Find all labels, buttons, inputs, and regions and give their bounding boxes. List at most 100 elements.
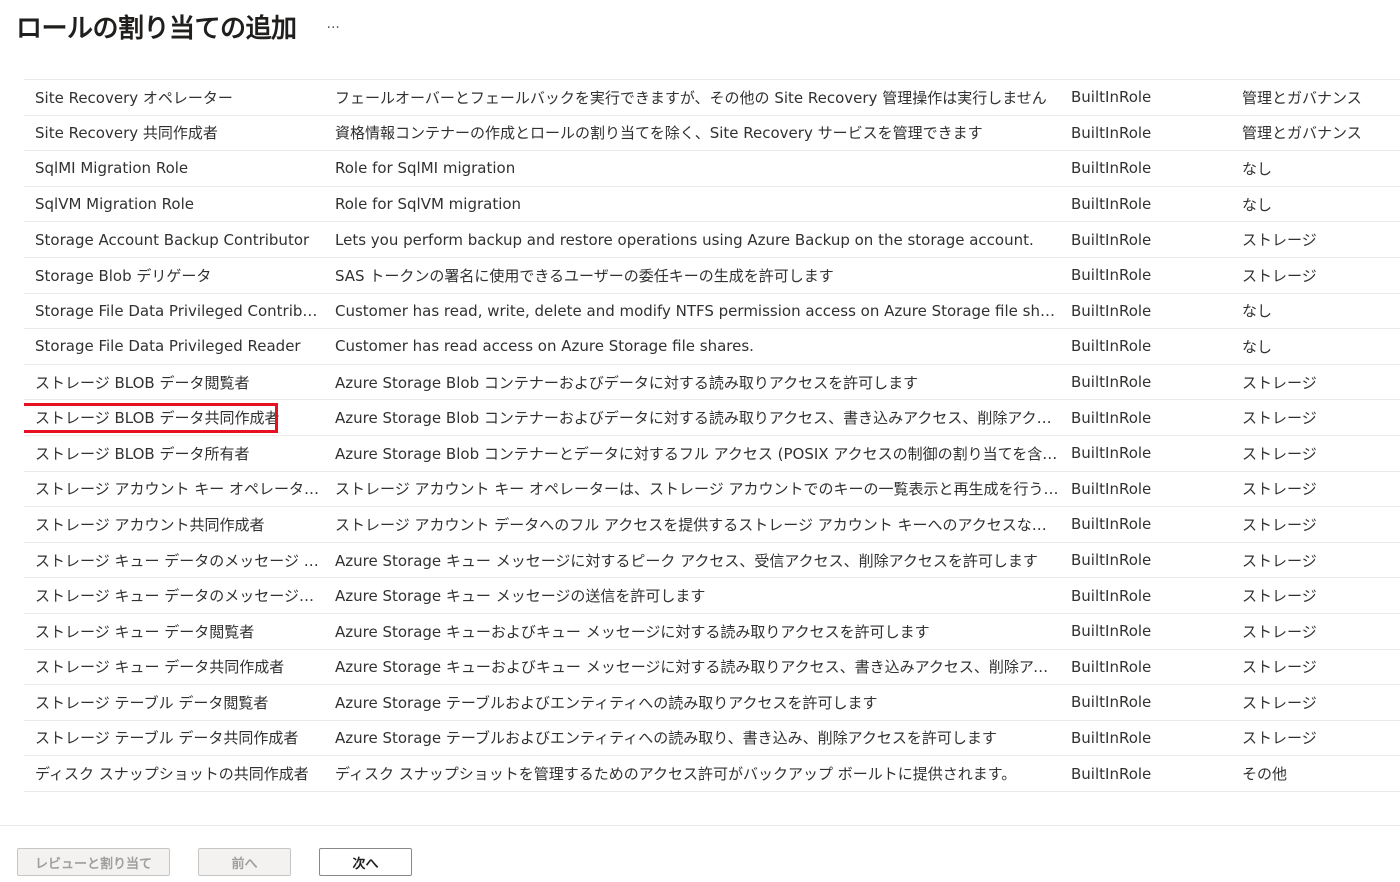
role-description: Azure Storage Blob コンテナーとデータに対するフル アクセス … [335, 444, 1060, 463]
role-name: ストレージ アカウント共同作成者 [35, 515, 265, 534]
role-name: ストレージ キュー データのメッセージ送信者 [35, 587, 324, 606]
role-name: ストレージ BLOB データ共同作成者 [35, 409, 280, 428]
role-row[interactable]: Storage Account Backup Contributor Lets y… [24, 222, 1400, 258]
role-row[interactable]: ストレージ アカウント キー オペレーターのサービス ロールストレージ アカウン… [24, 472, 1400, 508]
role-name: ストレージ テーブル データ閲覧者 [35, 693, 269, 712]
role-row[interactable]: Site Recovery 共同作成者 資格情報コンテナーの作成とロールの割り当て… [24, 116, 1400, 152]
role-category: ストレージ [1242, 658, 1317, 677]
role-name-cell: Storage Account Backup Contributor [24, 231, 324, 249]
role-category: ストレージ [1242, 515, 1317, 534]
footer-divider [0, 825, 1400, 826]
role-category: ストレージ [1242, 693, 1317, 712]
role-type: BuiltInRole [1071, 515, 1152, 534]
role-row[interactable]: ストレージ キュー データのメッセージ プロセッサ Azure Storage キ… [24, 543, 1400, 579]
role-description: Azure Storage キュー メッセージの送信を許可します [335, 587, 706, 606]
role-description: Azure Storage キューおよびキュー メッセージに対する読み取りアクセ… [335, 658, 1060, 677]
role-description: フェールオーバーとフェールバックを実行できますが、その他の Site Recov… [335, 88, 1047, 107]
review-and-assign-button[interactable]: レビューと割り当て [17, 848, 170, 876]
role-type: BuiltInRole [1071, 337, 1152, 356]
role-name: Storage Account Backup Contributor [35, 230, 310, 249]
role-name: ストレージ キュー データ共同作成者 [35, 658, 285, 677]
role-name-cell: ストレージ テーブル データ共同作成者 [24, 727, 324, 748]
role-category: なし [1242, 337, 1273, 356]
role-name: ストレージ テーブル データ共同作成者 [35, 729, 299, 748]
role-row[interactable]: Storage Blob デリゲータ SAS トークンの署名に使用できるユーザーの… [24, 258, 1400, 294]
role-category: ストレージ [1242, 729, 1317, 748]
role-row[interactable]: ストレージ アカウント共同作成者 ストレージ アカウント データへのフル アクセス… [24, 507, 1400, 543]
role-name: Site Recovery オペレーター [35, 88, 233, 107]
page-header: ロールの割り当ての追加 ··· [16, 6, 344, 46]
role-row[interactable]: ストレージ BLOB データ共同作成者 Azure Storage Blob コン… [24, 400, 1400, 436]
role-category: 管理とガバナンス [1242, 88, 1362, 107]
role-description: 資格情報コンテナーの作成とロールの割り当てを除く、Site Recovery サ… [335, 124, 983, 143]
role-name-cell: ストレージ BLOB データ閲覧者 [24, 372, 324, 393]
role-name-cell: ストレージ キュー データのメッセージ送信者 [24, 585, 324, 606]
role-category: なし [1242, 195, 1273, 214]
role-category: ストレージ [1242, 587, 1317, 606]
role-name-cell: SqlMI Migration Role [24, 159, 324, 177]
role-type: BuiltInRole [1071, 693, 1152, 712]
role-list: Site Recovery オペレーター フェールオーバーとフェールバックを実行で… [24, 79, 1400, 820]
role-description: Azure Storage テーブルおよびエンティティへの読み取り、書き込み、削… [335, 729, 997, 748]
role-description: ストレージ アカウント キー オペレーターは、ストレージ アカウントでのキーの一… [335, 480, 1060, 499]
role-description: Azure Storage キューおよびキュー メッセージに対する読み取りアクセ… [335, 622, 930, 641]
role-type: BuiltInRole [1071, 551, 1152, 570]
add-role-assignment-page: ロールの割り当ての追加 ··· Site Recovery オペレーター フェール… [0, 0, 1400, 882]
role-row[interactable]: Site Recovery オペレーター フェールオーバーとフェールバックを実行で… [24, 80, 1400, 116]
role-description: Azure Storage Blob コンテナーおよびデータに対する読み取りアク… [335, 373, 919, 392]
role-row[interactable]: ストレージ キュー データ閲覧者 Azure Storage キューおよびキュー … [24, 614, 1400, 650]
role-name-cell: ストレージ キュー データ閲覧者 [24, 621, 324, 642]
role-row[interactable]: ディスク スナップショットの共同作成者 ディスク スナップショットを管理するための… [24, 756, 1400, 792]
role-type: BuiltInRole [1071, 479, 1152, 498]
role-row[interactable]: SqlVM Migration Role Role for SqlVM migra… [24, 187, 1400, 223]
role-description: Azure Storage Blob コンテナーおよびデータに対する読み取りアク… [335, 409, 1060, 428]
role-name-cell: Site Recovery 共同作成者 [24, 122, 324, 143]
role-row[interactable]: ストレージ キュー データ共同作成者 Azure Storage キューおよびキュ… [24, 650, 1400, 686]
role-name-cell: ストレージ アカウント共同作成者 [24, 514, 324, 535]
role-row[interactable]: ストレージ テーブル データ共同作成者 Azure Storage テーブルおよび… [24, 721, 1400, 757]
role-type: BuiltInRole [1071, 764, 1152, 783]
role-row[interactable]: ストレージ キュー データのメッセージ送信者 Azure Storage キュー … [24, 578, 1400, 614]
role-row[interactable]: Storage File Data Privileged Contributor… [24, 294, 1400, 330]
role-type: BuiltInRole [1071, 408, 1152, 427]
role-row[interactable]: SqlMI Migration Role Role for SqlMI migra… [24, 151, 1400, 187]
role-category: ストレージ [1242, 622, 1317, 641]
role-row[interactable]: ストレージ BLOB データ閲覧者 Azure Storage Blob コンテナ… [24, 365, 1400, 401]
role-name: ストレージ キュー データ閲覧者 [35, 622, 255, 641]
role-name-cell: SqlVM Migration Role [24, 195, 324, 213]
next-button[interactable]: 次へ [319, 848, 412, 876]
role-name-cell: ディスク スナップショットの共同作成者 [24, 763, 324, 784]
role-name: SqlVM Migration Role [35, 195, 194, 214]
role-name-cell: Storage File Data Privileged Contributor [24, 302, 324, 320]
role-category: ストレージ [1242, 444, 1317, 463]
role-category: 管理とガバナンス [1242, 124, 1362, 143]
role-description: SAS トークンの署名に使用できるユーザーの委任キーの生成を許可します [335, 266, 834, 285]
role-description: ストレージ アカウント データへのフル アクセスを提供するストレージ アカウント… [335, 515, 1060, 534]
role-name: ストレージ BLOB データ閲覧者 [35, 373, 250, 392]
role-name: Storage Blob デリゲータ [35, 266, 212, 285]
role-type: BuiltInRole [1071, 266, 1152, 285]
more-options-icon[interactable]: ··· [323, 18, 344, 38]
role-row[interactable]: ストレージ テーブル データ閲覧者 Azure Storage テーブルおよびエン… [24, 685, 1400, 721]
role-description: Lets you perform backup and restore oper… [335, 230, 1034, 249]
role-name-cell: Storage Blob デリゲータ [24, 265, 324, 286]
role-type: BuiltInRole [1071, 123, 1152, 142]
role-name: ストレージ BLOB データ所有者 [35, 444, 250, 463]
role-name-cell: ストレージ キュー データのメッセージ プロセッサ [24, 550, 324, 571]
role-name-cell: Site Recovery オペレーター [24, 87, 324, 108]
role-category: なし [1242, 159, 1273, 178]
previous-button[interactable]: 前へ [198, 848, 291, 876]
role-name-cell: ストレージ アカウント キー オペレーターのサービス ロール [24, 478, 324, 499]
role-category: ストレージ [1242, 409, 1317, 428]
role-row[interactable]: ストレージ BLOB データ所有者 Azure Storage Blob コンテナ… [24, 436, 1400, 472]
role-category: ストレージ [1242, 266, 1317, 285]
role-category: その他 [1242, 765, 1288, 784]
footer-actions: レビューと割り当て 前へ 次へ [17, 848, 412, 876]
role-description: ディスク スナップショットを管理するためのアクセス許可がバックアップ ボールトに… [335, 765, 1017, 784]
role-row[interactable]: Storage File Data Privileged Reader Custo… [24, 329, 1400, 365]
role-name-cell: ストレージ キュー データ共同作成者 [24, 656, 324, 677]
role-type: BuiltInRole [1071, 159, 1152, 178]
role-category: ストレージ [1242, 231, 1317, 250]
role-name-cell: ストレージ テーブル データ閲覧者 [24, 692, 324, 713]
role-name: Site Recovery 共同作成者 [35, 124, 218, 143]
